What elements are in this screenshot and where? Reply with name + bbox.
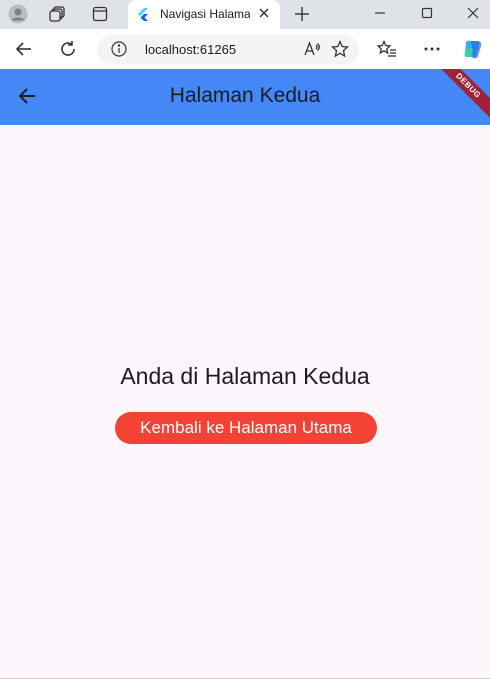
favorites-list-icon[interactable] [375,38,399,60]
page-heading: Anda di Halaman Kedua [120,363,370,389]
app-bar: Halaman Kedua DEBUG [0,69,490,125]
browser-tab-active[interactable]: Navigasi Halaman [128,0,280,29]
address-bar[interactable]: localhost:61265 [97,35,359,64]
url-text: localhost:61265 [145,42,237,57]
more-menu-icon[interactable] [420,38,444,60]
tab-close-icon[interactable] [257,6,271,25]
browser-toolbar: localhost:61265 [0,29,490,69]
tab-title: Navigasi Halaman [160,7,250,21]
refresh-icon[interactable] [56,38,80,60]
back-icon[interactable] [12,38,36,60]
favorite-star-icon[interactable] [330,39,350,63]
profile-icon[interactable] [6,3,30,25]
page-body: Anda di Halaman Kedua Kembali ke Halaman… [0,125,490,679]
back-to-home-button[interactable]: Kembali ke Halaman Utama [115,412,377,444]
workspaces-icon[interactable] [46,3,70,25]
new-tab-icon[interactable] [290,3,314,25]
flutter-favicon-icon [136,7,150,26]
read-aloud-icon[interactable] [303,40,321,63]
browser-tab-strip: Navigasi Halaman [0,0,490,29]
copilot-icon[interactable] [461,38,485,60]
close-window-icon[interactable] [461,3,485,23]
maximize-icon[interactable] [415,3,439,23]
site-info-icon[interactable] [111,41,127,62]
minimize-icon[interactable] [368,3,392,23]
app-bar-title: Halaman Kedua [169,84,321,107]
tab-actions-icon[interactable] [88,3,112,25]
